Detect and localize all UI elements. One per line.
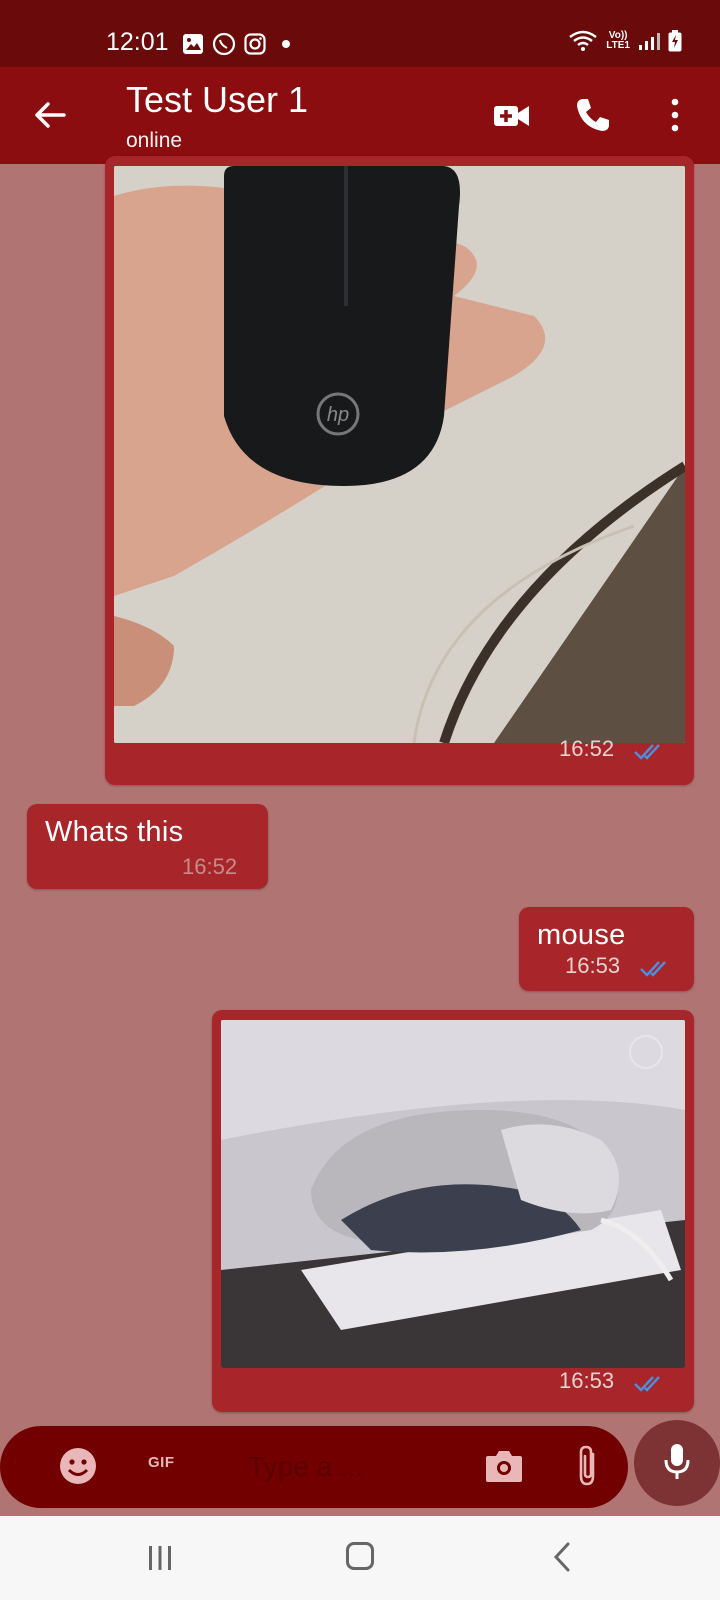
back-arrow-icon[interactable]: [30, 95, 70, 135]
image-message-outgoing[interactable]: 16:53: [212, 1010, 694, 1412]
camera-icon[interactable]: [484, 1448, 524, 1484]
nav-back-icon[interactable]: [552, 1542, 572, 1572]
message-time: 16:52: [559, 736, 615, 761]
hp-logo: hp: [327, 404, 349, 426]
message-input[interactable]: [246, 1444, 460, 1490]
contact-name[interactable]: Test User 1: [126, 79, 308, 121]
system-icons: Vo)) LTE1: [568, 30, 682, 52]
whatsapp-icon: [212, 32, 236, 56]
signal-icon: [639, 33, 660, 50]
phone-icon[interactable]: [575, 97, 611, 133]
mic-button[interactable]: [634, 1420, 720, 1506]
gif-button[interactable]: GIF: [148, 1454, 175, 1471]
volte-indicator: Vo)) LTE1: [606, 30, 630, 51]
home-icon[interactable]: [346, 1542, 374, 1570]
system-nav-bar: [0, 1516, 720, 1600]
message-time: 16:52: [182, 854, 238, 879]
message-input-bar: GIF: [0, 1426, 628, 1508]
video-call-icon[interactable]: [494, 101, 530, 131]
mic-icon: [664, 1444, 690, 1479]
message-photo[interactable]: hp: [114, 166, 685, 743]
notification-icons: [182, 32, 290, 56]
image-message-outgoing[interactable]: hp 16:52: [105, 156, 694, 785]
chat-app-bar: Test User 1 online: [0, 67, 720, 164]
message-text: Whats this: [45, 816, 184, 848]
status-time: 12:01: [106, 28, 169, 56]
wifi-icon: [569, 30, 598, 51]
recents-icon[interactable]: [148, 1544, 172, 1572]
read-ticks-icon: [634, 1376, 660, 1392]
battery-charging-icon: [668, 30, 682, 52]
message-time: 16:53: [559, 1368, 615, 1393]
more-notifications-dot: [282, 40, 290, 48]
message-text: mouse: [537, 919, 626, 951]
read-ticks-icon: [640, 961, 666, 977]
instagram-icon: [244, 33, 266, 55]
contact-status: online: [126, 129, 183, 152]
text-message-outgoing[interactable]: mouse 16:53: [519, 907, 694, 991]
status-bar: 12:01 Vo)) LTE1: [0, 0, 720, 67]
more-vert-icon[interactable]: [665, 97, 685, 133]
emoji-icon[interactable]: [58, 1446, 98, 1486]
attach-icon[interactable]: [575, 1444, 601, 1488]
text-message-incoming[interactable]: Whats this 16:52: [27, 804, 268, 889]
message-time: 16:53: [565, 953, 621, 978]
gallery-icon: [183, 34, 203, 54]
read-ticks-icon: [634, 744, 660, 760]
message-photo[interactable]: [221, 1020, 685, 1368]
